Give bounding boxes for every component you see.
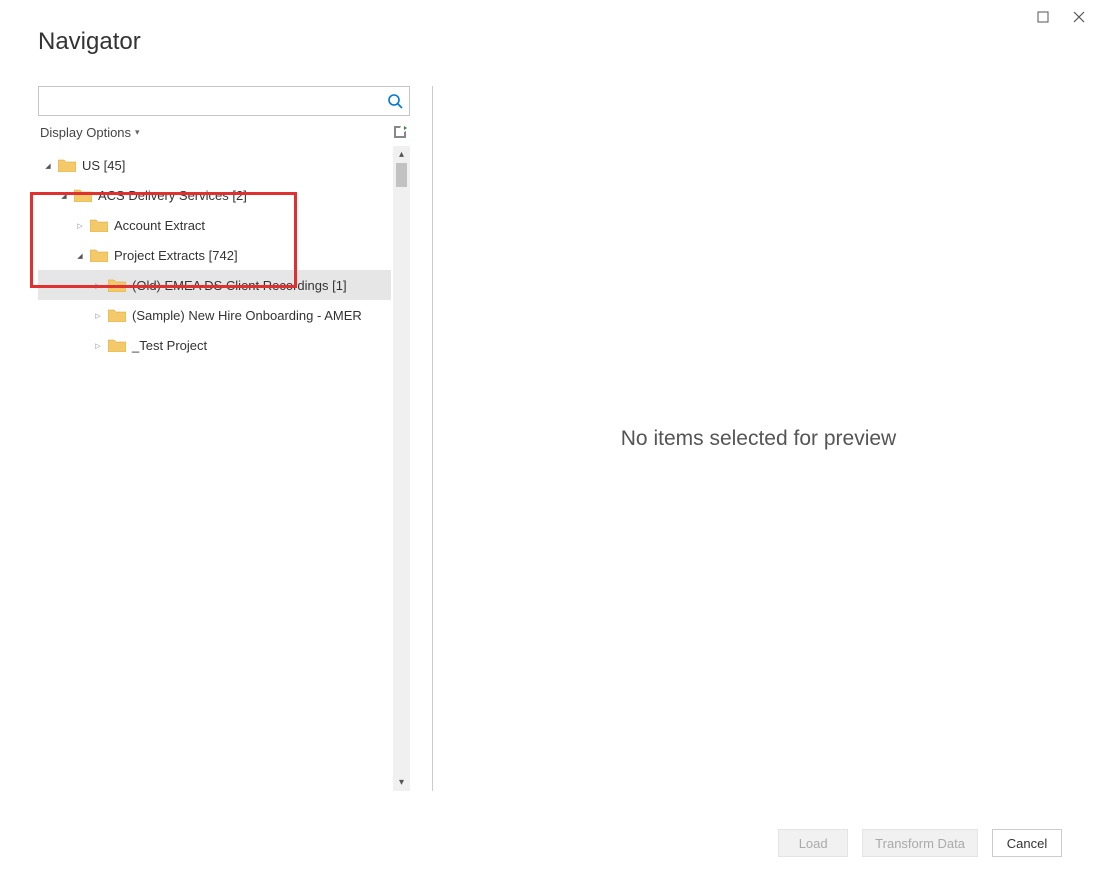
expand-toggle-icon[interactable] (92, 310, 104, 320)
dialog-header: Navigator (0, 0, 1100, 56)
load-button[interactable]: Load (778, 829, 848, 857)
folder-icon (108, 308, 126, 322)
maximize-button[interactable] (1034, 8, 1052, 26)
tree-label: (Sample) New Hire Onboarding - AMER (132, 308, 362, 323)
expand-toggle-icon[interactable] (92, 280, 104, 290)
tree-item-test-project[interactable]: _Test Project (38, 330, 391, 360)
folder-icon (90, 248, 108, 262)
expand-toggle-icon[interactable] (74, 250, 86, 260)
tree-label: Project Extracts [742] (114, 248, 238, 263)
search-icon[interactable] (381, 93, 409, 109)
expand-toggle-icon[interactable] (58, 190, 70, 200)
display-options-dropdown[interactable]: Display Options ▾ (40, 125, 140, 140)
tree-label: _Test Project (132, 338, 207, 353)
dialog-footer: Load Transform Data Cancel (778, 829, 1062, 857)
search-box[interactable] (38, 86, 410, 116)
scroll-track[interactable] (393, 163, 410, 774)
folder-icon (58, 158, 76, 172)
tree-label: US [45] (82, 158, 125, 173)
tree-item-acs-delivery-services[interactable]: ACS Delivery Services [2] (38, 180, 391, 210)
preview-empty-message: No items selected for preview (621, 427, 896, 451)
scroll-up-icon[interactable]: ▴ (393, 146, 410, 163)
search-input[interactable] (39, 90, 381, 113)
tree-item-account-extract[interactable]: Account Extract (38, 210, 391, 240)
cancel-button[interactable]: Cancel (992, 829, 1062, 857)
tree-scrollbar[interactable]: ▴ ▾ (393, 146, 410, 791)
tree-label: Account Extract (114, 218, 205, 233)
folder-tree[interactable]: US [45] ACS Delivery Services [2] Accoun… (38, 146, 391, 791)
dialog-title: Navigator (38, 28, 1062, 56)
display-options-label: Display Options (40, 125, 131, 140)
navigator-pane: Display Options ▾ US [45] ACS Delivery S… (38, 86, 410, 791)
folder-icon (90, 218, 108, 232)
folder-icon (108, 338, 126, 352)
window-controls (1022, 0, 1100, 34)
preview-pane: No items selected for preview (455, 86, 1062, 791)
chevron-down-icon: ▾ (135, 127, 140, 138)
tree-item-old-emea[interactable]: (Old) EMEA DS Client Recordings [1] (38, 270, 391, 300)
refresh-icon[interactable] (392, 124, 408, 140)
folder-icon (74, 188, 92, 202)
tree-item-project-extracts[interactable]: Project Extracts [742] (38, 240, 391, 270)
scroll-down-icon[interactable]: ▾ (393, 774, 410, 791)
folder-icon (108, 278, 126, 292)
expand-toggle-icon[interactable] (42, 160, 54, 170)
close-button[interactable] (1070, 8, 1088, 26)
pane-divider (432, 86, 433, 791)
tree-label: (Old) EMEA DS Client Recordings [1] (132, 278, 347, 293)
expand-toggle-icon[interactable] (92, 340, 104, 350)
scroll-thumb[interactable] (396, 163, 407, 187)
expand-toggle-icon[interactable] (74, 220, 86, 230)
tree-item-us[interactable]: US [45] (38, 150, 391, 180)
transform-data-button[interactable]: Transform Data (862, 829, 978, 857)
tree-item-sample-new-hire[interactable]: (Sample) New Hire Onboarding - AMER (38, 300, 391, 330)
tree-label: ACS Delivery Services [2] (98, 188, 247, 203)
